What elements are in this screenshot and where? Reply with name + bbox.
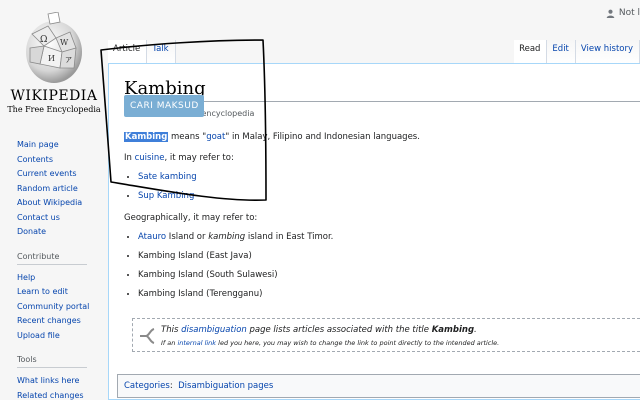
user-icon <box>606 9 615 18</box>
not-logged-in-link[interactable]: Not l <box>619 8 640 18</box>
tab-read[interactable]: Read <box>514 40 548 64</box>
category-links: Categories: Disambiguation pages <box>117 374 640 398</box>
geography-list: Atauro Island or kambing island in East … <box>138 228 640 304</box>
atauro-link[interactable]: Atauro <box>138 232 166 242</box>
sidebar-item-random-article[interactable]: Random article <box>17 182 108 197</box>
selected-word[interactable]: Kambing <box>124 132 169 142</box>
sidebar-item-contents[interactable]: Contents <box>17 153 108 168</box>
list-item: Kambing Island (East Java) <box>138 247 640 266</box>
sidebar-item-community-portal[interactable]: Community portal <box>17 300 108 315</box>
list-item[interactable]: Sate kambing <box>138 168 640 187</box>
disambiguation-text: This disambiguation page lists articles … <box>161 325 477 335</box>
cuisine-list: Sate kambing Sup Kambing <box>138 168 640 206</box>
sidebar-item-main-page[interactable]: Main page <box>17 138 108 153</box>
svg-text:W: W <box>60 38 69 47</box>
disambiguation-hint: If an internal link led you here, you ma… <box>161 339 500 347</box>
navigation-portal: Main page Contents Current events Random… <box>0 138 108 240</box>
contribute-heading: Contribute <box>17 252 87 265</box>
tab-talk[interactable]: Talk <box>147 40 176 64</box>
sidebar-item-what-links-here[interactable]: What links here <box>17 374 108 389</box>
list-item: Atauro Island or kambing island in East … <box>138 228 640 247</box>
personal-tools: Not l <box>606 8 640 18</box>
sidebar-item-current-events[interactable]: Current events <box>17 167 108 182</box>
sidebar: Main page Contents Current events Random… <box>0 138 108 400</box>
list-item: Kambing Island (South Sulawesi) <box>138 266 640 285</box>
tab-view-history[interactable]: View history <box>575 40 640 64</box>
article-content: Kambing ree encyclopedia CARI MAKSUD Kam… <box>108 63 640 400</box>
svg-text:Ω: Ω <box>40 35 47 45</box>
namespace-tabs: Article Talk <box>108 40 176 64</box>
svg-text:ア: ア <box>65 56 72 64</box>
tools-portal: Tools What links here Related changes <box>0 355 108 400</box>
wikipedia-logo[interactable]: Ω W И ア WIKIPEDIA The Free Encyclopedia <box>0 0 108 128</box>
tagline: The Free Encyclopedia <box>7 105 101 114</box>
view-tabs: Read Edit View history <box>514 40 640 64</box>
lead-paragraph: Kambing means "goat" in Malay, Filipino … <box>124 132 420 142</box>
categories-link[interactable]: Categories <box>124 381 170 391</box>
sidebar-item-upload-file[interactable]: Upload file <box>17 329 108 344</box>
tab-article[interactable]: Article <box>108 40 148 64</box>
sidebar-item-help[interactable]: Help <box>17 271 108 286</box>
sidebar-item-learn-to-edit[interactable]: Learn to edit <box>17 285 108 300</box>
goat-link[interactable]: goat <box>206 132 225 142</box>
sidebar-item-contact[interactable]: Contact us <box>17 211 108 226</box>
disambiguation-link[interactable]: disambiguation <box>181 325 247 335</box>
disambiguation-icon <box>140 328 155 344</box>
cuisine-link[interactable]: cuisine <box>135 153 165 163</box>
tab-edit[interactable]: Edit <box>547 40 576 64</box>
cuisine-paragraph: In cuisine, it may refer to: <box>124 153 234 163</box>
sidebar-item-donate[interactable]: Donate <box>17 225 108 240</box>
internal-link-link[interactable]: internal link <box>177 339 216 347</box>
category-disambiguation-pages[interactable]: Disambiguation pages <box>178 381 273 391</box>
geography-paragraph: Geographically, it may refer to: <box>124 213 258 223</box>
list-item: Kambing Island (Terengganu) <box>138 285 640 304</box>
wordmark: WIKIPEDIA <box>10 88 98 104</box>
tools-heading: Tools <box>17 355 87 368</box>
sidebar-item-about[interactable]: About Wikipedia <box>17 196 108 211</box>
contribute-portal: Contribute Help Learn to edit Community … <box>0 252 108 344</box>
sidebar-item-related-changes[interactable]: Related changes <box>17 389 108 400</box>
disambiguation-notice: This disambiguation page lists articles … <box>124 318 640 352</box>
cari-maksud-button[interactable]: CARI MAKSUD <box>124 95 204 117</box>
svg-text:И: И <box>48 54 55 63</box>
list-item[interactable]: Sup Kambing <box>138 187 640 206</box>
puzzle-globe-icon: Ω W И ア <box>26 12 82 83</box>
sidebar-item-recent-changes[interactable]: Recent changes <box>17 314 108 329</box>
